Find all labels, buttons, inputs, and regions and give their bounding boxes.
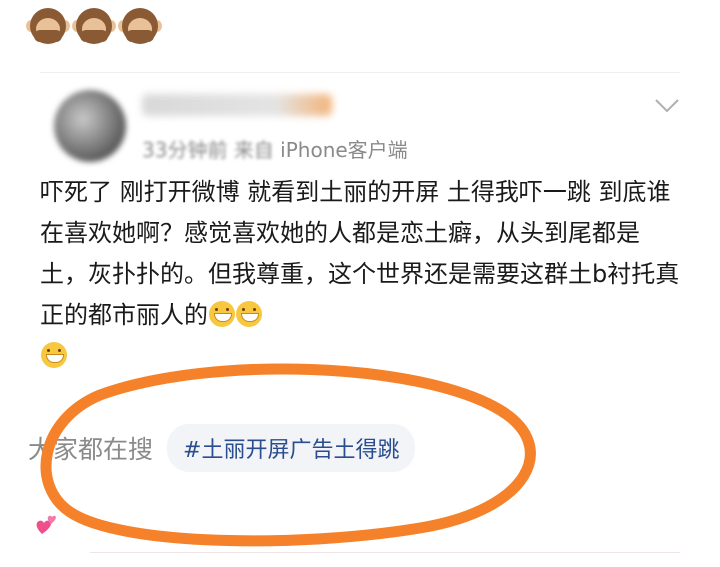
post-text: 吓死了 刚打开微博 就看到土丽的开屏 土得我吓一跳 到底谁在喜欢她啊？感觉喜欢她… <box>40 178 680 329</box>
hearts-icon <box>36 515 56 534</box>
trending-search-label: 大家都在搜 <box>28 435 154 464</box>
see-no-evil-monkey-icon <box>72 6 116 48</box>
trending-search-row: 大家都在搜 #土丽开屏广告土得跳 <box>28 424 416 472</box>
trending-topic-chip[interactable]: #土丽开屏广告土得跳 <box>167 424 416 472</box>
bottom-divider <box>90 552 680 553</box>
post-time: 33分钟前 <box>142 138 228 162</box>
emoji-row <box>26 6 162 48</box>
username-blurred[interactable] <box>142 94 332 116</box>
see-no-evil-monkey-icon <box>26 6 70 48</box>
post-meta: 33分钟前 来自 iPhone客户端 <box>142 134 408 163</box>
card-divider <box>40 72 680 73</box>
see-no-evil-monkey-icon <box>118 6 162 48</box>
chevron-down-icon[interactable] <box>654 96 680 116</box>
grin-emoji-icon <box>41 342 67 368</box>
post-source-label: 来自 <box>233 138 274 162</box>
grin-emoji-icon <box>236 301 262 327</box>
grin-emoji-icon <box>209 301 235 327</box>
post-content: 吓死了 刚打开微博 就看到土丽的开屏 土得我吓一跳 到底谁在喜欢她啊？感觉喜欢她… <box>40 172 680 377</box>
post-client: iPhone客户端 <box>280 138 408 162</box>
avatar[interactable] <box>54 90 126 162</box>
